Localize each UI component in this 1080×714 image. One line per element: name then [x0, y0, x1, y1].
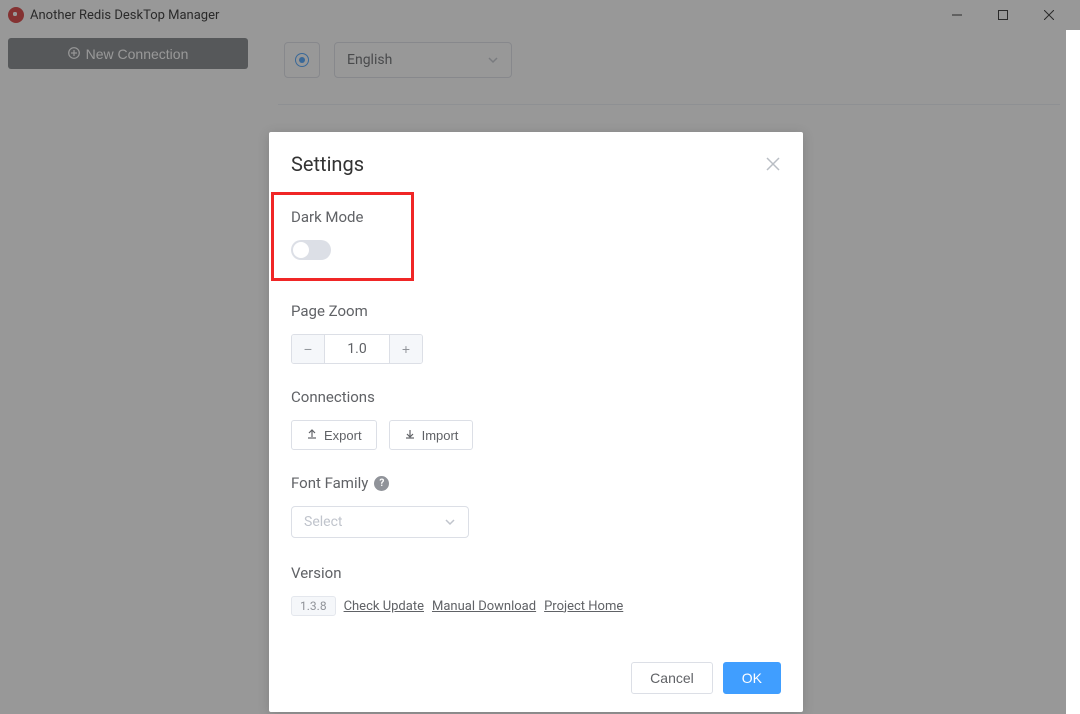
- radio-dot-icon: [295, 53, 309, 67]
- settings-dialog-close-button[interactable]: [765, 156, 781, 172]
- version-badge: 1.3.8: [291, 596, 336, 616]
- dark-mode-toggle[interactable]: [291, 240, 331, 260]
- window-titlebar: Another Redis DeskTop Manager: [0, 0, 1080, 30]
- version-label: Version: [291, 564, 781, 582]
- check-update-link[interactable]: Check Update: [344, 599, 424, 614]
- download-icon: [404, 428, 416, 443]
- chevron-down-icon: [487, 54, 499, 66]
- app-icon: [8, 7, 24, 23]
- dark-mode-section: Dark Mode: [291, 206, 781, 280]
- project-home-link[interactable]: Project Home: [544, 599, 623, 614]
- zoom-decrease-button[interactable]: −: [292, 335, 324, 363]
- window-maximize-button[interactable]: [980, 0, 1026, 30]
- language-select[interactable]: English: [334, 42, 512, 78]
- font-family-placeholder: Select: [304, 514, 342, 530]
- font-family-select[interactable]: Select: [291, 506, 469, 538]
- app-title: Another Redis DeskTop Manager: [30, 8, 219, 23]
- page-zoom-label: Page Zoom: [291, 302, 781, 320]
- export-label: Export: [324, 428, 362, 443]
- dark-mode-label: Dark Mode: [291, 208, 781, 226]
- export-button[interactable]: Export: [291, 420, 377, 450]
- language-radio[interactable]: [284, 42, 320, 78]
- connections-section: Connections Export Import: [291, 388, 781, 450]
- new-connection-label: New Connection: [86, 46, 189, 62]
- font-family-label: Font Family: [291, 474, 368, 492]
- settings-dialog: Settings Dark Mode Page Zoom − 1.0 + Con…: [269, 132, 803, 712]
- settings-dialog-footer: Cancel OK: [291, 652, 781, 712]
- divider: [278, 104, 1060, 105]
- page-zoom-section: Page Zoom − 1.0 +: [291, 302, 781, 364]
- font-family-section: Font Family ? Select: [291, 474, 781, 538]
- version-section: Version 1.3.8 Check Update Manual Downlo…: [291, 564, 781, 616]
- language-selected-label: English: [347, 52, 392, 68]
- zoom-increase-button[interactable]: +: [390, 335, 422, 363]
- right-strip: [1066, 30, 1080, 714]
- new-connection-button[interactable]: New Connection: [8, 38, 248, 69]
- settings-dialog-title: Settings: [291, 152, 364, 176]
- zoom-value: 1.0: [324, 335, 390, 363]
- settings-dialog-header: Settings: [291, 152, 781, 176]
- upload-icon: [306, 428, 318, 443]
- import-button[interactable]: Import: [389, 420, 474, 450]
- window-close-button[interactable]: [1026, 0, 1072, 30]
- cancel-button[interactable]: Cancel: [631, 662, 713, 694]
- manual-download-link[interactable]: Manual Download: [432, 599, 536, 614]
- help-icon[interactable]: ?: [374, 476, 389, 491]
- plus-icon: [68, 46, 80, 62]
- annotation-highlight: [271, 192, 414, 281]
- sidebar: New Connection: [0, 30, 258, 714]
- language-row: English: [278, 42, 1060, 78]
- page-zoom-stepper: − 1.0 +: [291, 334, 423, 364]
- ok-button[interactable]: OK: [723, 662, 781, 694]
- connections-label: Connections: [291, 388, 781, 406]
- window-minimize-button[interactable]: [934, 0, 980, 30]
- chevron-down-icon: [444, 516, 456, 528]
- import-label: Import: [422, 428, 459, 443]
